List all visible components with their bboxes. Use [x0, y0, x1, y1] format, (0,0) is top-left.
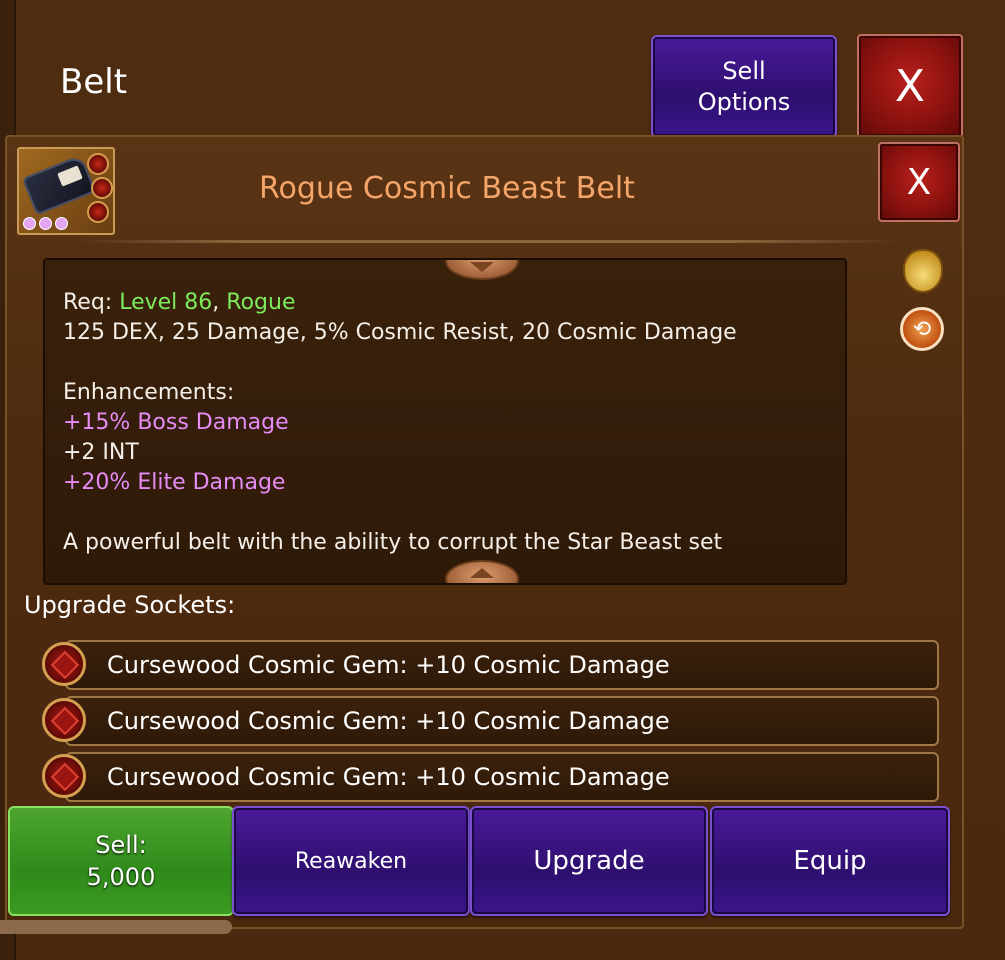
socket-gem-icon	[87, 153, 109, 175]
equip-button[interactable]: Equip	[710, 806, 950, 916]
socket-row[interactable]: Cursewood Cosmic Gem: +10 Cosmic Damage	[42, 696, 939, 746]
divider	[77, 240, 897, 243]
upgrade-button[interactable]: Upgrade	[470, 806, 708, 916]
close-button[interactable]: X	[857, 34, 963, 138]
enhancement-line: +15% Boss Damage	[63, 410, 289, 435]
upgrade-sockets-label: Upgrade Sockets:	[24, 591, 236, 619]
cosmic-gem-icon	[42, 642, 86, 686]
swap-icon[interactable]: ⟲	[900, 307, 944, 351]
page-title: Belt	[60, 62, 128, 102]
req-level: Level 86	[119, 290, 213, 315]
enhancement-line: +2 INT	[63, 440, 139, 465]
sell-options-button[interactable]: Sell Options	[651, 35, 837, 138]
money-bag-icon[interactable]	[903, 249, 943, 293]
rarity-pip	[39, 217, 52, 230]
belt-icon	[17, 147, 115, 235]
item-description: Req: Level 86, Rogue 125 DEX, 25 Damage,…	[63, 288, 827, 558]
cosmic-gem-icon	[42, 754, 86, 798]
rarity-pip	[23, 217, 36, 230]
socket-text: Cursewood Cosmic Gem: +10 Cosmic Damage	[107, 707, 670, 735]
socket-text: Cursewood Cosmic Gem: +10 Cosmic Damage	[107, 651, 670, 679]
enhancements-label: Enhancements:	[63, 380, 235, 405]
action-bar: Sell: 5,000 Reawaken Upgrade Equip	[5, 806, 950, 918]
req-prefix: Req:	[63, 290, 113, 315]
sell-button[interactable]: Sell: 5,000	[8, 806, 234, 916]
reawaken-button[interactable]: Reawaken	[232, 806, 470, 916]
socket-row[interactable]: Cursewood Cosmic Gem: +10 Cosmic Damage	[42, 752, 939, 802]
base-stats: 125 DEX, 25 Damage, 5% Cosmic Resist, 20…	[63, 320, 737, 345]
item-name: Rogue Cosmic Beast Belt	[259, 171, 635, 206]
socket-gem-icon	[91, 177, 113, 199]
socket-gem-icon	[87, 201, 109, 223]
socket-text: Cursewood Cosmic Gem: +10 Cosmic Damage	[107, 763, 670, 791]
cosmic-gem-icon	[42, 698, 86, 742]
requirement-line: Req: Level 86, Rogue	[63, 288, 827, 318]
flavor-text: A powerful belt with the ability to corr…	[63, 530, 723, 555]
enhancement-line: +20% Elite Damage	[63, 470, 286, 495]
horizontal-scrollbar[interactable]	[0, 920, 232, 934]
rarity-pip	[55, 217, 68, 230]
item-description-box[interactable]: Req: Level 86, Rogue 125 DEX, 25 Damage,…	[43, 258, 847, 585]
req-separator: ,	[212, 290, 220, 315]
close-item-button[interactable]: X	[878, 142, 960, 222]
socket-row[interactable]: Cursewood Cosmic Gem: +10 Cosmic Damage	[42, 640, 939, 690]
scroll-down-arrow-icon[interactable]	[445, 560, 519, 583]
req-class: Rogue	[226, 290, 296, 315]
scroll-up-arrow-icon[interactable]	[445, 260, 519, 280]
